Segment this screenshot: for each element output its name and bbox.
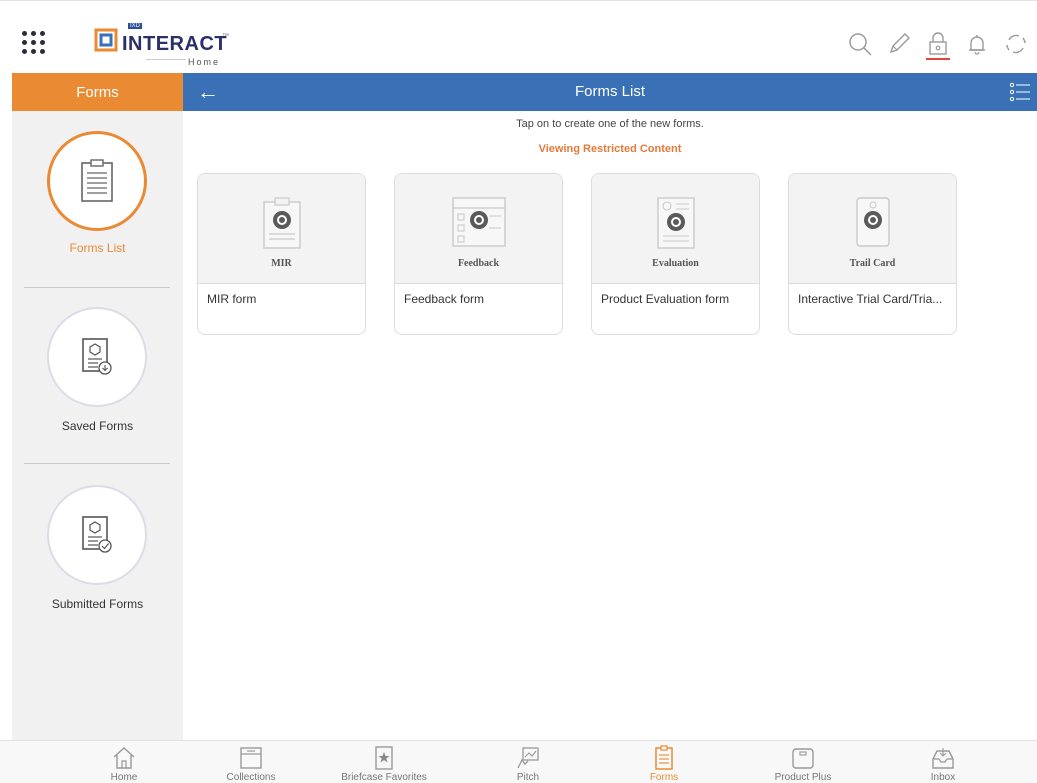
- sidebar-item-label: Submitted Forms: [51, 597, 144, 611]
- form-gear-icon: [262, 197, 301, 249]
- search-icon[interactable]: [847, 31, 873, 57]
- page-title: Forms List: [574, 83, 645, 100]
- tab-inbox[interactable]: Inbox: [888, 741, 998, 783]
- forms-icon: [655, 745, 673, 770]
- forms-sidebar: Forms List Saved Forms Submitted Forms: [12, 111, 183, 740]
- sidebar-item-forms-list[interactable]: Forms List: [12, 131, 183, 286]
- sidebar-divider: [24, 463, 170, 464]
- logo-trademark: ™: [222, 33, 229, 40]
- form-card-label: Interactive Trial Card/Tria...: [798, 292, 943, 306]
- logo-text: INTERACT: [122, 33, 228, 55]
- saved-form-icon: [82, 338, 112, 375]
- saved-forms-circle: [47, 307, 147, 407]
- app-grid-icon[interactable]: [22, 31, 46, 55]
- form-card-thumb-title: Evaluation: [652, 258, 699, 269]
- form-gear-icon: [855, 197, 890, 247]
- collections-icon: [240, 747, 262, 769]
- submitted-form-icon: [82, 516, 112, 553]
- tab-label: Home: [110, 772, 138, 783]
- tab-pitch[interactable]: Pitch: [473, 741, 583, 783]
- sidebar-item-submitted-forms[interactable]: Submitted Forms: [12, 485, 183, 615]
- logo-mark-icon: [94, 28, 118, 52]
- section-title-forms: Forms: [12, 73, 183, 111]
- brand-logo[interactable]: IXD INTERACT ™ Home: [94, 19, 234, 71]
- lock-icon[interactable]: [925, 31, 951, 60]
- form-card-thumbnail: Trail Card: [789, 174, 956, 284]
- sidebar-item-label: Saved Forms: [61, 419, 134, 433]
- tab-product-plus[interactable]: Product Plus: [748, 741, 858, 783]
- clipboard-list-icon: [81, 159, 113, 202]
- form-gear-icon: [451, 197, 506, 247]
- form-card-thumb-title: Feedback: [457, 258, 500, 269]
- app-window: IXD INTERACT ™ Home Forms ← Forms List F…: [0, 0, 1037, 783]
- tab-label: Pitch: [516, 772, 540, 783]
- bottom-tab-bar: Home Collections Briefcase Favorites Pit…: [0, 740, 1037, 783]
- sidebar-divider: [24, 287, 170, 288]
- sidebar-item-label: Forms List: [69, 241, 126, 255]
- form-card-thumbnail: MIR: [198, 174, 365, 284]
- tab-label: Collections: [226, 772, 276, 783]
- form-card-label: Product Evaluation form: [601, 292, 730, 306]
- sync-icon[interactable]: [1003, 31, 1029, 57]
- sidebar-item-saved-forms[interactable]: Saved Forms: [12, 307, 183, 437]
- forms-list-circle: [47, 131, 147, 231]
- pitch-icon: [517, 747, 539, 769]
- tab-label: Briefcase Favorites: [341, 772, 427, 783]
- tab-collections[interactable]: Collections: [196, 741, 306, 783]
- briefcase-star-icon: [375, 746, 393, 770]
- logo-badge: IXD: [128, 23, 143, 29]
- pencil-icon[interactable]: [886, 31, 912, 57]
- tab-label: Inbox: [930, 772, 956, 783]
- form-card-trial-card[interactable]: Trail Card Interactive Trial Card/Tria..…: [788, 173, 957, 335]
- tab-label: Forms: [649, 772, 679, 783]
- logo-subtitle: Home: [188, 57, 221, 67]
- form-card-thumb-title: Trail Card: [849, 258, 896, 269]
- form-card-evaluation[interactable]: Evaluation Product Evaluation form: [591, 173, 760, 335]
- tab-label: Product Plus: [774, 772, 832, 783]
- restricted-content-notice: Viewing Restricted Content: [538, 143, 682, 155]
- list-view-icon[interactable]: [1009, 81, 1031, 103]
- forms-list-content: Tap on to create one of the new forms. V…: [183, 111, 1037, 740]
- form-card-thumbnail: Feedback: [395, 174, 562, 284]
- form-card-thumb-title: MIR: [271, 258, 292, 269]
- form-card-thumbnail: Evaluation: [592, 174, 759, 284]
- form-card-label: Feedback form: [404, 292, 485, 306]
- lock-active-underline: [926, 58, 950, 60]
- inbox-icon: [932, 748, 954, 769]
- form-gear-icon: [656, 197, 695, 249]
- top-actions: [847, 31, 1029, 61]
- home-icon: [113, 747, 135, 769]
- tab-home[interactable]: Home: [69, 741, 179, 783]
- form-card-label: MIR form: [207, 292, 257, 306]
- forms-list-header: ← Forms List: [183, 73, 1037, 111]
- form-card-mir[interactable]: MIR MIR form: [197, 173, 366, 335]
- instruction-text: Tap on to create one of the new forms.: [516, 118, 704, 130]
- top-bar: IXD INTERACT ™ Home: [0, 0, 1037, 73]
- bell-icon[interactable]: [964, 31, 990, 57]
- logo-divider: [146, 59, 186, 60]
- submitted-forms-circle: [47, 485, 147, 585]
- tab-forms[interactable]: Forms: [609, 741, 719, 783]
- tab-briefcase-favorites[interactable]: Briefcase Favorites: [329, 741, 439, 783]
- product-plus-icon: [792, 748, 814, 769]
- form-card-feedback[interactable]: Feedback Feedback form: [394, 173, 563, 335]
